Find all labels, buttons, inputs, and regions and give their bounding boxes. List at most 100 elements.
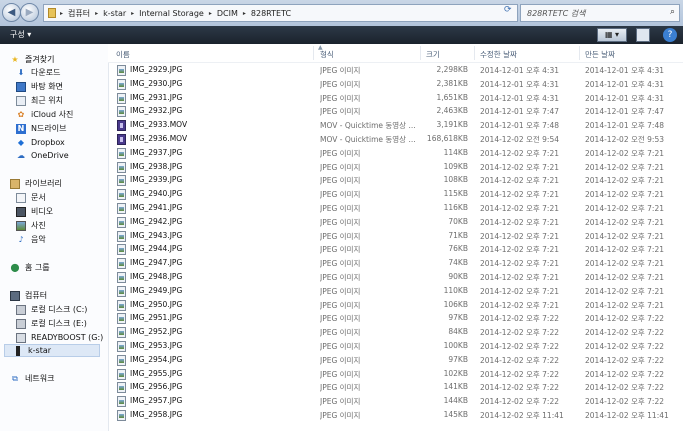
file-row[interactable]: IMG_2955.JPG JPEG 이미지 102KB 2014-12-02 오후 7… [108,368,683,382]
nav-libraries[interactable]: 라이브러리 [10,177,62,190]
file-row[interactable]: IMG_2936.MOV MOV - Quicktime 동영상 ... 168,6… [108,133,683,147]
column-divider[interactable] [420,46,421,60]
file-row[interactable]: IMG_2931.JPG JPEG 이미지 1,651KB 2014-12-01 오후… [108,92,683,106]
file-row[interactable]: IMG_2932.JPG JPEG 이미지 2,463KB 2014-12-01 오후… [108,105,683,119]
image-file-icon [117,313,126,325]
file-row[interactable]: IMG_2939.JPG JPEG 이미지 108KB 2014-12-02 오후 7… [108,174,683,188]
dropbox-icon: ◆ [17,138,25,147]
image-file-icon [117,161,126,173]
nav-item-readyboost[interactable]: READYBOOST (G:) [16,331,103,344]
nav-homegroup[interactable]: ⬤ 홈 그룹 [10,261,50,274]
chevron-right-icon[interactable]: ▸ [58,10,65,17]
breadcrumb-current-folder[interactable]: 828RTETC [248,9,294,18]
file-row[interactable]: IMG_2944.JPG JPEG 이미지 76KB 2014-12-02 오후 7:… [108,243,683,257]
nav-item-pictures[interactable]: 사진 [16,219,46,232]
file-row[interactable]: IMG_2943.JPG JPEG 이미지 71KB 2014-12-02 오후 7:… [108,230,683,244]
nav-item-recent[interactable]: 최근 위치 [16,94,63,107]
column-divider[interactable] [313,46,314,60]
file-row[interactable]: IMG_2958.JPG JPEG 이미지 145KB 2014-12-02 오후 1… [108,409,683,423]
nav-computer[interactable]: 컴퓨터 [10,289,47,302]
image-file-icon [117,396,126,408]
nav-item-downloads[interactable]: ⬇ 다운로드 [16,66,61,79]
file-row[interactable]: IMG_2954.JPG JPEG 이미지 97KB 2014-12-02 오후 7:… [108,354,683,368]
view-options-button[interactable]: ▦ ▾ [597,28,627,42]
column-header-name[interactable]: 이름 [116,49,130,60]
chevron-right-icon[interactable]: ▸ [93,10,100,17]
nav-item-music[interactable]: ♪ 음악 [16,233,45,246]
column-header-modified[interactable]: 수정한 날짜 [480,49,517,60]
chevron-right-icon[interactable]: ▸ [207,10,214,17]
help-icon: ? [667,30,673,40]
organize-menu[interactable]: 구성 ▾ [10,29,31,40]
column-divider[interactable] [474,46,475,60]
chevron-right-icon[interactable]: ▸ [241,10,248,17]
file-row[interactable]: IMG_2950.JPG JPEG 이미지 106KB 2014-12-02 오후 7… [108,299,683,313]
breadcrumb-device[interactable]: k-star [100,9,129,18]
image-file-icon [117,258,126,270]
chevron-right-icon[interactable]: ▸ [129,10,136,17]
file-row[interactable]: IMG_2947.JPG JPEG 이미지 74KB 2014-12-02 오후 7:… [108,257,683,271]
nav-item-ndrive[interactable]: N N드라이브 [16,122,66,135]
nav-item-documents[interactable]: 문서 [16,191,46,204]
nav-item-desktop[interactable]: 바탕 화면 [16,80,63,93]
file-row[interactable]: IMG_2956.JPG JPEG 이미지 141KB 2014-12-02 오후 7… [108,381,683,395]
nav-favorites[interactable]: ★ 즐겨찾기 [10,53,54,66]
file-size: 70KB [448,216,468,226]
nav-item-videos[interactable]: 비디오 [16,205,53,218]
file-modified: 2014-12-02 오후 7:21 [480,300,559,310]
file-modified: 2014-12-02 오후 7:21 [480,148,559,158]
column-header-size[interactable]: 크기 [426,49,440,60]
nav-label: READYBOOST (G:) [31,333,104,342]
file-row[interactable]: IMG_2951.JPG JPEG 이미지 97KB 2014-12-02 오후 7:… [108,312,683,326]
image-file-icon [117,230,126,242]
nav-item-onedrive[interactable]: ☁ OneDrive [16,149,69,162]
file-row[interactable]: IMG_2938.JPG JPEG 이미지 109KB 2014-12-02 오후 7… [108,161,683,175]
file-row[interactable]: IMG_2949.JPG JPEG 이미지 110KB 2014-12-02 오후 7… [108,285,683,299]
search-icon[interactable]: ⌕ [670,7,675,17]
nav-label: k-star [28,346,52,355]
file-row[interactable]: IMG_2937.JPG JPEG 이미지 114KB 2014-12-02 오후 7… [108,147,683,161]
desktop-icon [16,81,26,92]
file-row[interactable]: IMG_2941.JPG JPEG 이미지 116KB 2014-12-02 오후 7… [108,202,683,216]
file-size: 97KB [448,354,468,364]
file-row[interactable]: IMG_2929.JPG JPEG 이미지 2,298KB 2014-12-01 오후… [108,64,683,78]
file-created: 2014-12-02 오후 7:21 [585,259,664,269]
file-modified: 2014-12-02 오후 7:21 [480,245,559,255]
file-row[interactable]: IMG_2952.JPG JPEG 이미지 84KB 2014-12-02 오후 7:… [108,326,683,340]
file-modified: 2014-12-01 오후 7:48 [480,121,559,131]
refresh-icon[interactable]: ⟳ [504,5,512,15]
file-row[interactable]: IMG_2953.JPG JPEG 이미지 100KB 2014-12-02 오후 7… [108,340,683,354]
breadcrumb-storage[interactable]: Internal Storage [136,9,207,18]
file-row[interactable]: IMG_2948.JPG JPEG 이미지 90KB 2014-12-02 오후 7:… [108,271,683,285]
file-created: 2014-12-02 오후 7:21 [585,204,664,213]
file-created: 2014-12-02 오전 9:53 [585,135,664,144]
file-created: 2014-12-02 오후 7:21 [585,245,664,255]
nav-item-dropbox[interactable]: ◆ Dropbox [16,136,65,149]
column-divider[interactable] [579,46,580,60]
file-row[interactable]: IMG_2942.JPG JPEG 이미지 70KB 2014-12-02 오후 7:… [108,216,683,230]
help-button[interactable]: ? [663,28,677,42]
column-header-created[interactable]: 만든 날짜 [585,49,615,60]
nav-item-drive-c[interactable]: 로컬 디스크 (C:) [16,303,87,316]
nav-item-icloud[interactable]: ✿ iCloud 사진 [16,108,74,121]
image-file-icon [117,368,126,380]
nav-item-drive-e[interactable]: 로컬 디스크 (E:) [16,317,87,330]
nav-label: 로컬 디스크 (C:) [31,305,88,314]
preview-pane-button[interactable] [636,28,650,42]
file-name: IMG_2954.JPG [130,354,183,364]
column-header-type[interactable]: 형식 [320,49,334,60]
search-input[interactable]: 828RTETC 검색 ⌕ [520,4,680,22]
file-row[interactable]: IMG_2940.JPG JPEG 이미지 115KB 2014-12-02 오후 7… [108,188,683,202]
file-row[interactable]: IMG_2957.JPG JPEG 이미지 144KB 2014-12-02 오후 7… [108,395,683,409]
file-modified: 2014-12-01 오후 4:31 [480,66,559,75]
breadcrumb-dcim[interactable]: DCIM [214,9,241,18]
file-row[interactable]: IMG_2930.JPG JPEG 이미지 2,381KB 2014-12-01 오후… [108,78,683,92]
nav-label: 로컬 디스크 (E:) [31,319,87,328]
forward-button[interactable]: ▶ [20,3,39,22]
nav-network[interactable]: ⧉ 네트워크 [10,372,54,385]
nav-item-kstar[interactable]: k-star [4,344,100,357]
breadcrumb[interactable]: ▸ 컴퓨터 ▸ k-star ▸ Internal Storage ▸ DCIM… [43,4,518,22]
back-button[interactable]: ◀ [2,3,21,22]
breadcrumb-computer[interactable]: 컴퓨터 [65,8,93,19]
file-row[interactable]: IMG_2933.MOV MOV - Quicktime 동영상 ... 3,191… [108,119,683,133]
